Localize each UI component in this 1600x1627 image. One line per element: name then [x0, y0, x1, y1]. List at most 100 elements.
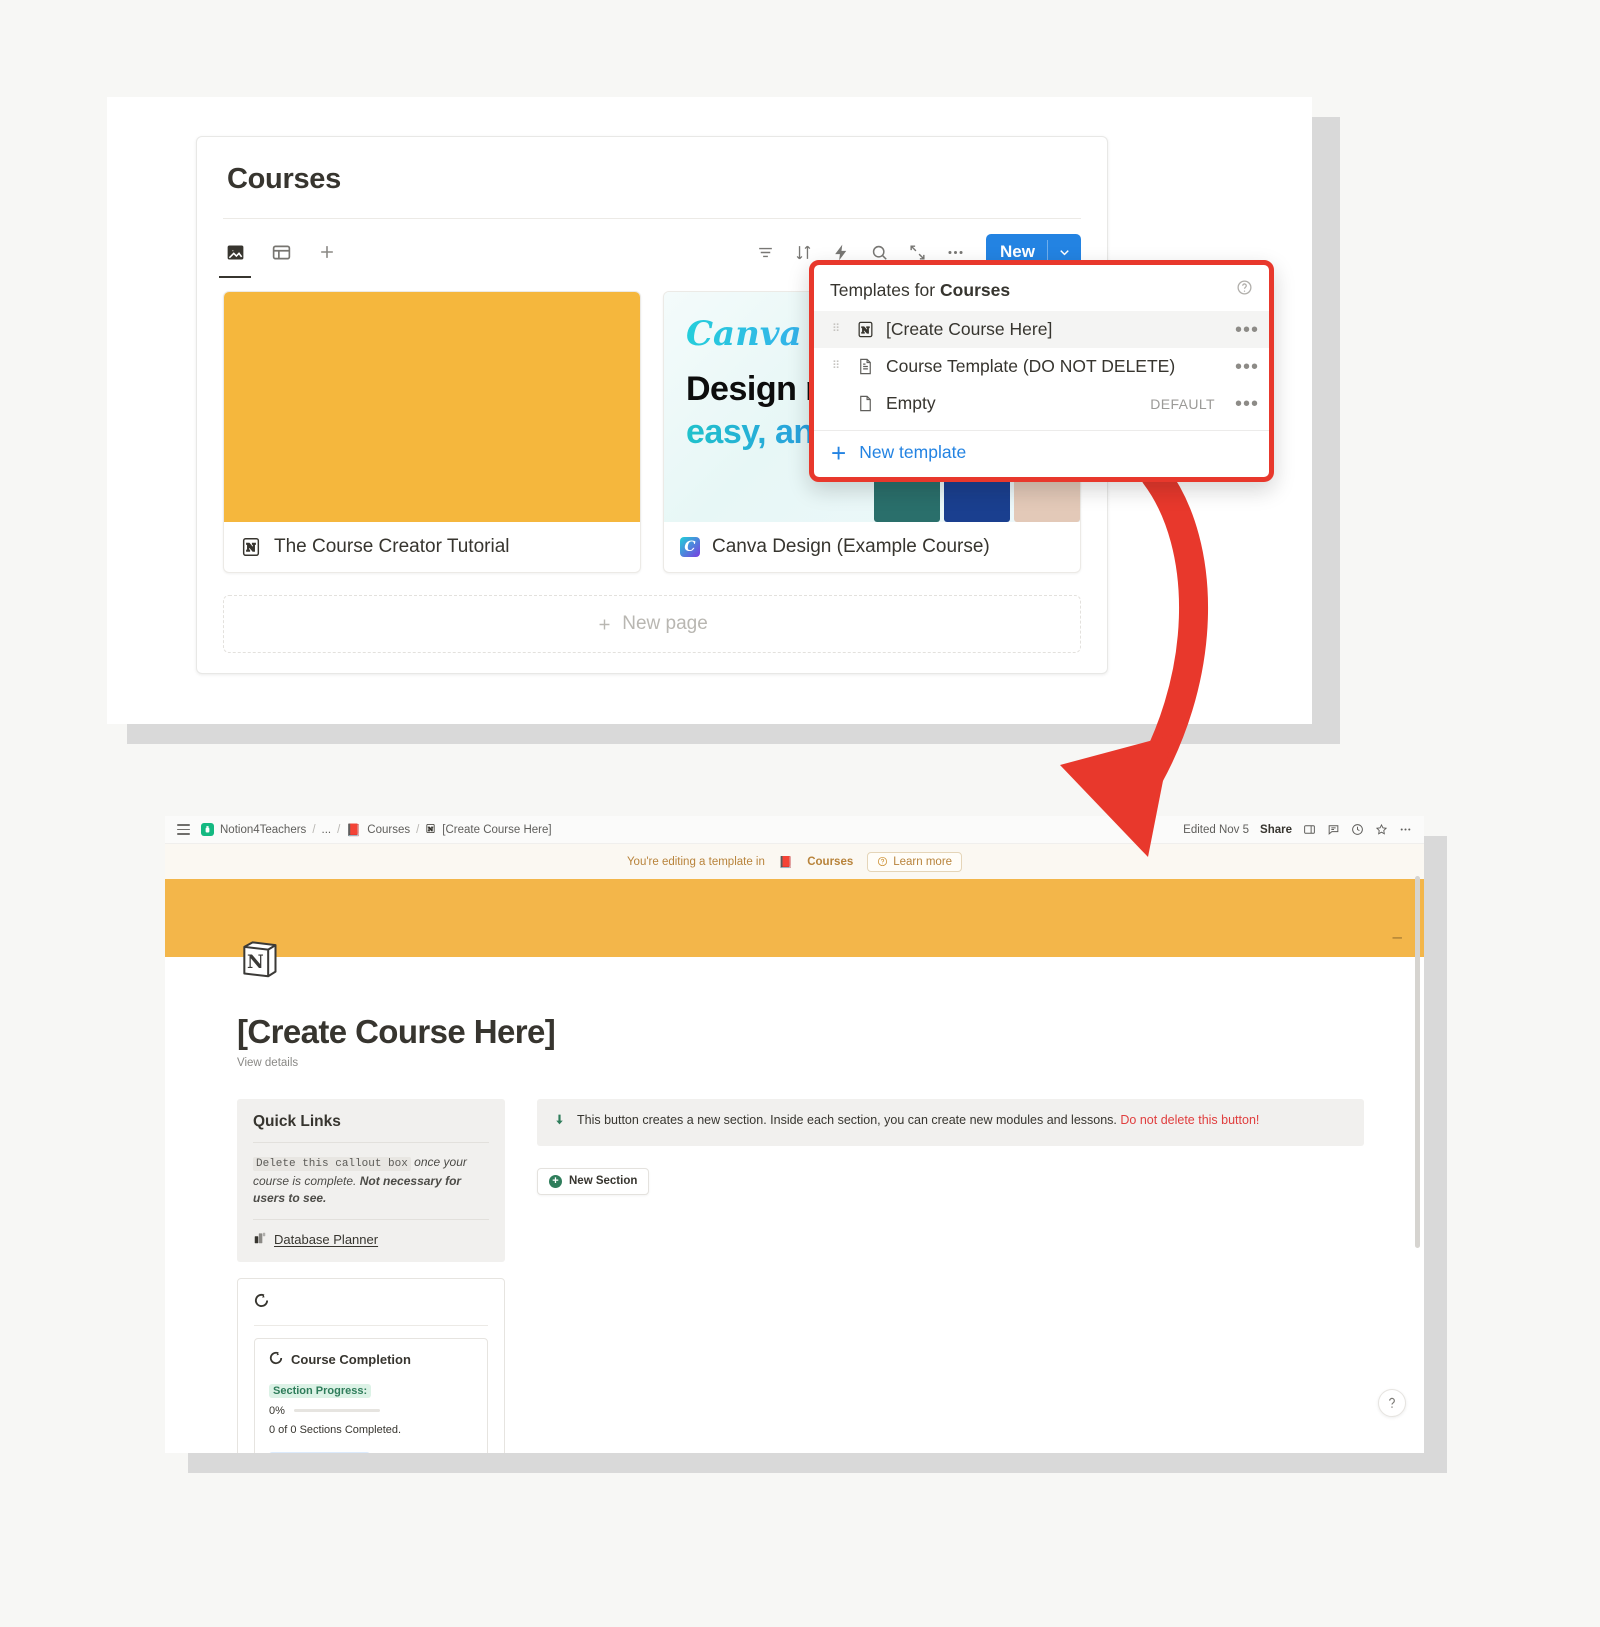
- card-title: The Course Creator Tutorial: [274, 536, 510, 557]
- default-badge: DEFAULT: [1150, 395, 1215, 412]
- red-curved-arrow: [1060, 465, 1209, 857]
- question-circle-icon[interactable]: [1236, 279, 1253, 301]
- add-view-tab[interactable]: [315, 237, 339, 267]
- table-view-tab[interactable]: [269, 237, 293, 267]
- breadcrumb-item-current-page[interactable]: [Create Course Here]: [442, 824, 551, 836]
- right-column: This button creates a new section. Insid…: [537, 1099, 1424, 1453]
- callout-text: This button creates a new section. Insid…: [577, 1113, 1117, 1127]
- page-title: [Create Course Here]: [237, 1013, 556, 1050]
- templates-heading-target: Courses: [940, 279, 1011, 300]
- vertical-scrollbar[interactable]: [1415, 876, 1420, 1248]
- svg-text:N: N: [246, 543, 255, 554]
- quick-links-note: Delete this callout box once your course…: [253, 1154, 489, 1208]
- course-completion-card: Course Completion Section Progress: 0% 0…: [254, 1337, 488, 1453]
- templates-popover: Templates for Courses ⠿ N [Create Course…: [809, 260, 1274, 482]
- notion-cube-icon[interactable]: N: [237, 935, 281, 979]
- gallery-card[interactable]: N The Course Creator Tutorial: [223, 291, 641, 573]
- canva-icon: C: [680, 537, 700, 557]
- filter-icon[interactable]: [754, 241, 776, 263]
- card-label: C Canva Design (Example Course): [664, 522, 1080, 572]
- learn-more-label: Learn more: [893, 855, 953, 868]
- left-column: Quick Links Delete this callout box once…: [237, 1099, 505, 1453]
- template-item-empty[interactable]: ⠿ Empty DEFAULT •••: [814, 385, 1269, 422]
- new-section-callout: This button creates a new section. Insid…: [537, 1099, 1364, 1146]
- gallery-view-tab[interactable]: [219, 237, 251, 278]
- database-icon: [253, 1231, 267, 1248]
- quick-link-label: Database Planner: [274, 1231, 379, 1247]
- new-page-label: New page: [622, 613, 708, 634]
- template-item-create-course-here[interactable]: ⠿ N [Create Course Here] •••: [814, 311, 1269, 348]
- new-button-label: New: [1000, 242, 1035, 261]
- view-details-link[interactable]: View details: [237, 1057, 1424, 1069]
- notion-page-icon: N: [425, 823, 436, 837]
- star-icon[interactable]: [1375, 823, 1388, 836]
- learn-more-button[interactable]: Learn more: [867, 851, 963, 872]
- template-item-label: Empty: [886, 393, 936, 413]
- comment-icon[interactable]: [1327, 823, 1340, 836]
- progress-circle-icon: [254, 1293, 269, 1312]
- template-item-label: Course Template (DO NOT DELETE): [886, 356, 1176, 376]
- svg-text:N: N: [428, 826, 433, 832]
- book-icon: 📕: [346, 822, 362, 837]
- new-section-button[interactable]: + New Section: [537, 1167, 650, 1195]
- course-completion-title-label: Course Completion: [291, 1351, 411, 1367]
- course-completion-wrapper: Course Completion Section Progress: 0% 0…: [237, 1277, 505, 1453]
- breadcrumb-item-workspace[interactable]: Notion4Teachers: [220, 824, 306, 836]
- card-title: Canva Design (Example Course): [712, 536, 990, 557]
- document-icon: [854, 357, 876, 376]
- section-progress-label: Section Progress:: [269, 1383, 372, 1398]
- book-icon: 📕: [778, 856, 794, 869]
- more-icon[interactable]: [1399, 823, 1412, 836]
- quick-link-database-planner[interactable]: Database Planner: [253, 1231, 489, 1248]
- sidebar-panel-icon[interactable]: [1303, 823, 1316, 836]
- section-progress-row: 0%: [269, 1405, 473, 1417]
- notion-page-icon: N: [854, 320, 876, 339]
- banner-database-name[interactable]: Courses: [807, 856, 853, 868]
- divider: [253, 1218, 489, 1220]
- section-progress-percent: 0%: [269, 1404, 285, 1417]
- banner-text: You're editing a template in: [626, 855, 765, 868]
- history-icon[interactable]: [1351, 823, 1364, 836]
- new-page-button[interactable]: New page: [223, 595, 1081, 653]
- svg-text:N: N: [247, 952, 264, 973]
- sidebar-toggle-icon[interactable]: [177, 824, 190, 835]
- templates-popover-header: Templates for Courses: [814, 265, 1269, 311]
- new-template-button[interactable]: + New template: [814, 431, 1269, 468]
- sort-icon[interactable]: [792, 241, 814, 263]
- database-title: Courses: [227, 163, 341, 195]
- quick-links-callout: Quick Links Delete this callout box once…: [237, 1099, 505, 1262]
- course-completion-title: Course Completion: [269, 1351, 473, 1368]
- down-arrow-icon: [553, 1112, 566, 1133]
- module-progress-label: Module Progress:: [269, 1451, 370, 1453]
- section-progress-bar: [293, 1409, 380, 1413]
- chevron-down-icon[interactable]: [1048, 245, 1081, 260]
- breadcrumb-item-courses[interactable]: Courses: [367, 824, 410, 836]
- bottom-window: Notion4Teachers / ... / 📕 Courses / N [C…: [165, 816, 1424, 1453]
- svg-text:N: N: [861, 326, 869, 336]
- share-button[interactable]: Share: [1260, 824, 1292, 836]
- template-item-more-icon[interactable]: •••: [1235, 357, 1259, 377]
- progress-circle-icon: [269, 1351, 283, 1368]
- template-item-more-icon[interactable]: •••: [1235, 394, 1259, 414]
- drag-handle-icon[interactable]: ⠿: [832, 324, 844, 335]
- new-section-button-label: New Section: [569, 1175, 638, 1187]
- breadcrumb: Notion4Teachers / ... / 📕 Courses / N [C…: [177, 823, 552, 837]
- template-item-more-icon[interactable]: •••: [1235, 320, 1259, 340]
- section-progress-sub: 0 of 0 Sections Completed.: [269, 1423, 402, 1436]
- template-item-label: [Create Course Here]: [886, 319, 1053, 339]
- notion-page-icon: N: [240, 536, 262, 558]
- new-template-label: New template: [859, 442, 967, 462]
- template-item-course-template[interactable]: ⠿ Course Template (DO NOT DELETE) •••: [814, 348, 1269, 385]
- card-label: N The Course Creator Tutorial: [224, 522, 640, 572]
- templates-heading-prefix: Templates for: [830, 279, 936, 300]
- page-columns: Quick Links Delete this callout box once…: [237, 1099, 1424, 1453]
- breadcrumb-item-ellipsis[interactable]: ...: [322, 824, 332, 836]
- drag-handle-icon[interactable]: ⠿: [832, 361, 844, 372]
- plus-icon: +: [831, 437, 847, 468]
- divider: [253, 1142, 489, 1143]
- help-icon[interactable]: [1378, 1389, 1406, 1417]
- divider: [254, 1324, 488, 1326]
- blank-page-icon: [854, 394, 876, 413]
- breadcrumb-separator: /: [416, 823, 420, 836]
- workspace-icon: [201, 823, 214, 836]
